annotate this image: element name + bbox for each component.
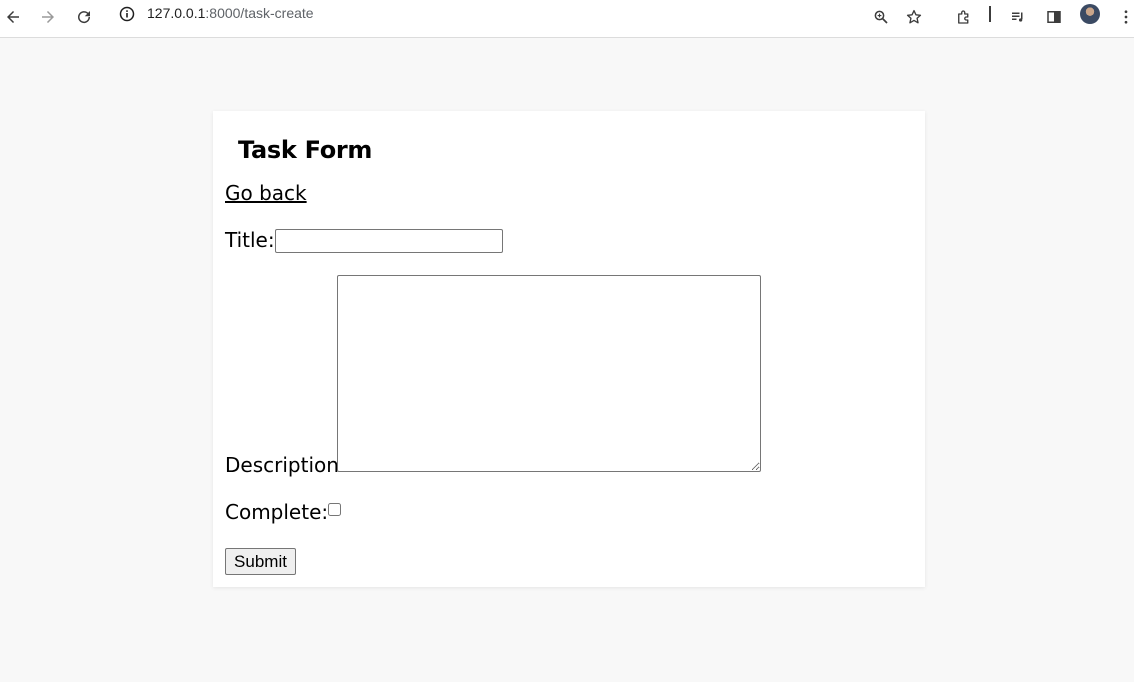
bookmark-star-icon[interactable] xyxy=(901,4,927,30)
toolbar-divider xyxy=(989,6,991,22)
url-host: 127.0.0.1 xyxy=(147,5,206,21)
reload-icon[interactable] xyxy=(71,4,97,30)
url-path: :8000/task-create xyxy=(205,5,314,21)
extensions-icon[interactable] xyxy=(951,4,977,30)
zoom-icon[interactable] xyxy=(868,4,894,30)
menu-kebab-icon[interactable] xyxy=(1113,4,1134,30)
go-back-link[interactable]: Go back xyxy=(225,181,307,205)
side-panel-icon[interactable] xyxy=(1041,4,1067,30)
submit-button[interactable]: Submit xyxy=(225,548,296,575)
browser-toolbar: 127.0.0.1:8000/task-create xyxy=(0,0,1134,38)
address-bar[interactable]: 127.0.0.1:8000/task-create xyxy=(110,1,936,27)
forward-arrow-icon[interactable] xyxy=(35,4,61,30)
title-input[interactable] xyxy=(275,229,503,253)
complete-checkbox[interactable] xyxy=(328,503,341,516)
page-title: Task Form xyxy=(238,136,373,164)
media-controls-icon[interactable] xyxy=(1005,4,1031,30)
site-info-icon[interactable] xyxy=(119,6,135,22)
description-textarea[interactable] xyxy=(337,275,761,472)
title-label: Title: xyxy=(225,228,275,252)
complete-label: Complete: xyxy=(225,500,329,524)
description-label: Description: xyxy=(225,453,346,477)
url-text: 127.0.0.1:8000/task-create xyxy=(147,5,314,21)
back-arrow-icon[interactable] xyxy=(0,4,26,30)
profile-avatar[interactable] xyxy=(1080,4,1100,24)
task-form-card: Task Form Go back Title: Description: Co… xyxy=(213,111,925,587)
